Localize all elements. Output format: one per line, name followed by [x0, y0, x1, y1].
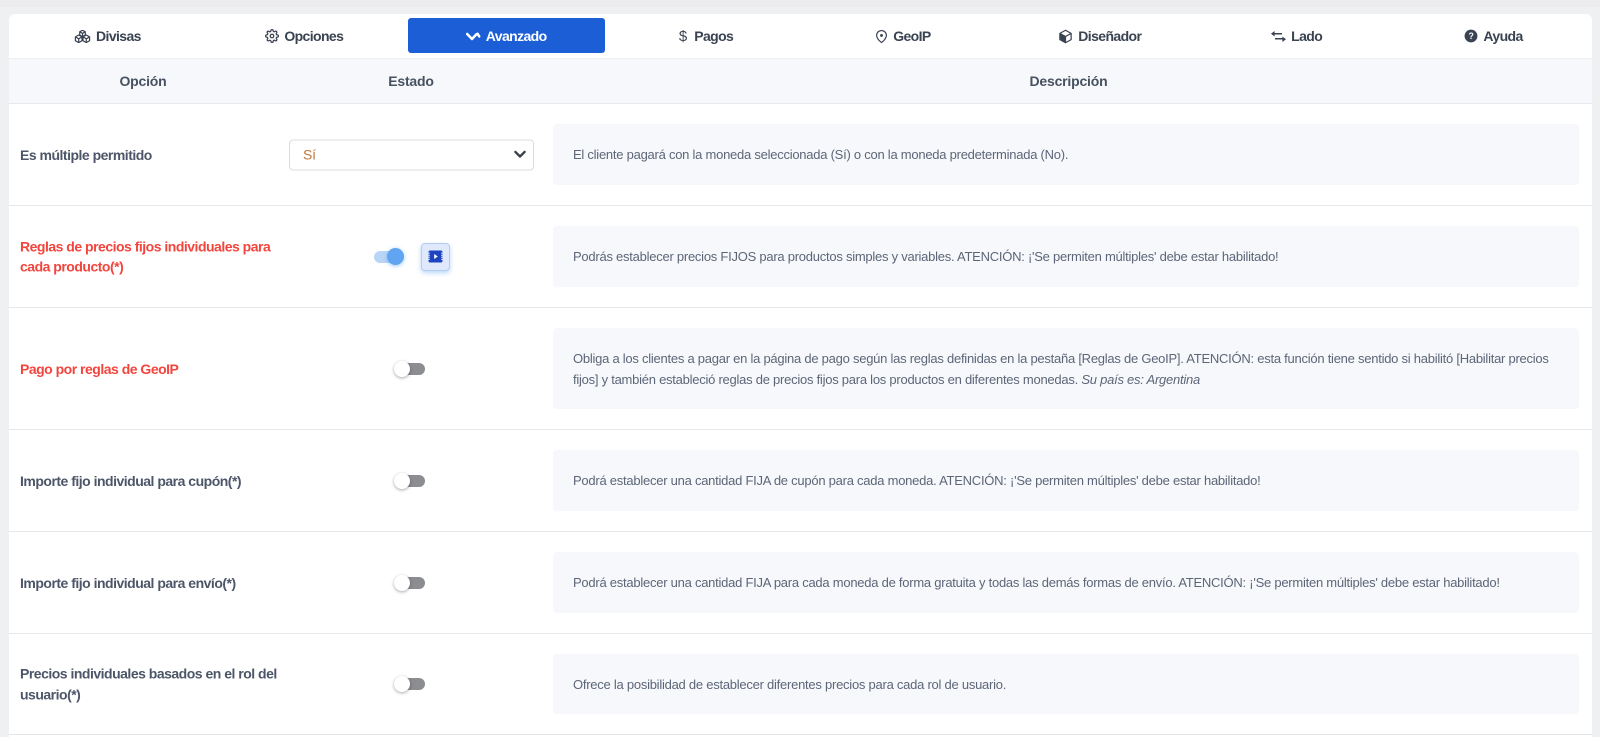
svg-text:?: ?	[1469, 31, 1474, 41]
